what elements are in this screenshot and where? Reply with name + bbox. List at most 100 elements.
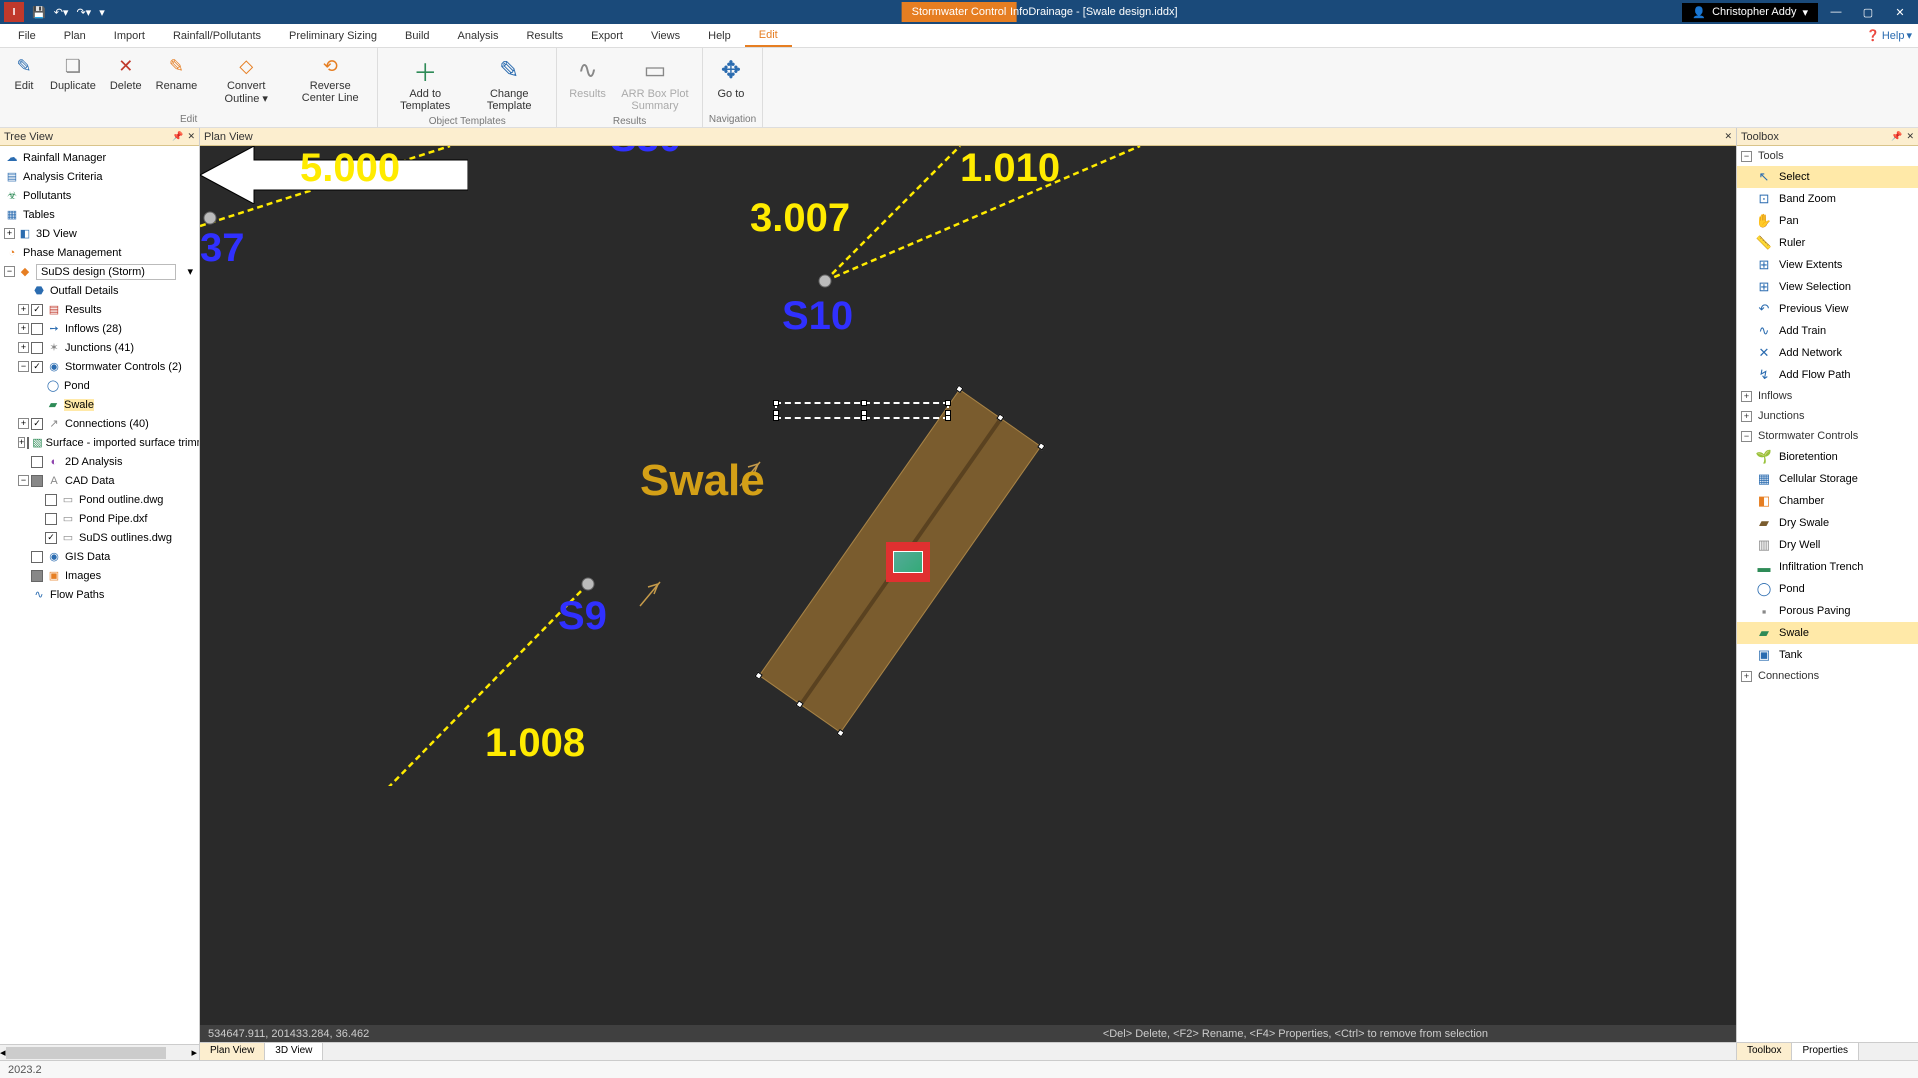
user-menu-button[interactable]: 👤 Christopher Addy ▾	[1682, 3, 1818, 22]
tree-node[interactable]: ∿Flow Paths	[0, 585, 199, 604]
tree-node[interactable]: +✶Junctions (41)	[0, 338, 199, 357]
tree-node-label[interactable]: Surface - imported surface trimmed	[46, 437, 199, 449]
menu-item-rainfall-pollutants[interactable]: Rainfall/Pollutants	[159, 26, 275, 46]
toolbox-category[interactable]: +Junctions	[1737, 406, 1918, 426]
toolbox-item-view-extents[interactable]: ⊞View Extents	[1737, 254, 1918, 276]
expand-icon[interactable]: −	[18, 361, 29, 372]
tab-plan-view[interactable]: Plan View	[200, 1043, 265, 1060]
checkbox[interactable]	[31, 570, 43, 582]
tree-node-label[interactable]: Pond Pipe.dxf	[79, 513, 148, 525]
checkbox[interactable]	[45, 494, 57, 506]
tree-node-label[interactable]: Swale	[64, 399, 94, 411]
tree-node[interactable]: ◉GIS Data	[0, 547, 199, 566]
menu-item-edit[interactable]: Edit	[745, 25, 792, 47]
tree-node[interactable]: ☁Rainfall Manager	[0, 148, 199, 167]
tree-node-label[interactable]: Inflows (28)	[65, 323, 122, 335]
toolbox-item-band-zoom[interactable]: ⊡Band Zoom	[1737, 188, 1918, 210]
tree-node-label[interactable]: Connections (40)	[65, 418, 149, 430]
toolbox-category[interactable]: −Stormwater Controls	[1737, 426, 1918, 446]
tree-node-label[interactable]: SuDS design (Storm)	[36, 264, 176, 280]
tree-node[interactable]: ☣Pollutants	[0, 186, 199, 205]
checkbox[interactable]	[31, 418, 43, 430]
toolbox-category[interactable]: +Connections	[1737, 666, 1918, 686]
toolbox-item-cellular-storage[interactable]: ▦Cellular Storage	[1737, 468, 1918, 490]
menu-item-analysis[interactable]: Analysis	[444, 26, 513, 46]
toolbox-item-chamber[interactable]: ◧Chamber	[1737, 490, 1918, 512]
ribbon-convert-outline--button[interactable]: ◇Convert Outline ▾	[205, 50, 287, 109]
toolbox-category[interactable]: −Tools	[1737, 146, 1918, 166]
tree-node-label[interactable]: Junctions (41)	[65, 342, 134, 354]
expand-icon[interactable]: +	[18, 323, 29, 334]
ribbon-edit-button[interactable]: ✎Edit	[6, 50, 42, 109]
menu-item-file[interactable]: File	[4, 26, 50, 46]
tree-node-label[interactable]: Pollutants	[23, 190, 71, 202]
toolbox-category[interactable]: +Inflows	[1737, 386, 1918, 406]
tree-node-label[interactable]: Results	[65, 304, 102, 316]
tree-node[interactable]: −ACAD Data	[0, 471, 199, 490]
tree-node-label[interactable]: 3D View	[36, 228, 77, 240]
expand-icon[interactable]: +	[18, 418, 29, 429]
close-icon[interactable]: ✕	[187, 131, 195, 142]
expand-icon[interactable]: +	[18, 304, 29, 315]
toolbox-item-dry-well[interactable]: ▥Dry Well	[1737, 534, 1918, 556]
close-button[interactable]: ✕	[1886, 2, 1914, 22]
toolbox-item-pond[interactable]: ◯Pond	[1737, 578, 1918, 600]
tree-node[interactable]: ▭SuDS outlines.dwg	[0, 528, 199, 547]
toolbox-item-view-selection[interactable]: ⊞View Selection	[1737, 276, 1918, 298]
tree-node-label[interactable]: Pond	[64, 380, 90, 392]
tree-node[interactable]: ◯Pond	[0, 376, 199, 395]
tree-node[interactable]: +↗Connections (40)	[0, 414, 199, 433]
expand-icon[interactable]: +	[18, 437, 25, 448]
tree-node[interactable]: ▭Pond outline.dwg	[0, 490, 199, 509]
toolbox-item-porous-paving[interactable]: ▪Porous Paving	[1737, 600, 1918, 622]
tab-3d-view[interactable]: 3D View	[265, 1043, 323, 1060]
menu-item-export[interactable]: Export	[577, 26, 637, 46]
toolbox-item-dry-swale[interactable]: ▰Dry Swale	[1737, 512, 1918, 534]
expand-icon[interactable]: −	[1741, 431, 1752, 442]
expand-icon[interactable]: +	[1741, 671, 1752, 682]
tab-toolbox[interactable]: Toolbox	[1737, 1043, 1792, 1060]
tree-node[interactable]: ⬣Outfall Details	[0, 281, 199, 300]
toolbox-item-previous-view[interactable]: ↶Previous View	[1737, 298, 1918, 320]
qat-save-icon[interactable]: 💾	[32, 6, 46, 19]
close-icon[interactable]: ✕	[1906, 131, 1914, 142]
tree-node-label[interactable]: Images	[65, 570, 101, 582]
tree-node-label[interactable]: Pond outline.dwg	[79, 494, 163, 506]
menu-item-views[interactable]: Views	[637, 26, 694, 46]
tree-node[interactable]: −◉Stormwater Controls (2)	[0, 357, 199, 376]
minimize-button[interactable]: —	[1822, 2, 1850, 22]
menu-item-plan[interactable]: Plan	[50, 26, 100, 46]
expand-icon[interactable]: +	[18, 342, 29, 353]
expand-icon[interactable]: +	[1741, 391, 1752, 402]
toolbox-item-infiltration-trench[interactable]: ▬Infiltration Trench	[1737, 556, 1918, 578]
tree-scrollbar[interactable]: ◂ ▸	[0, 1044, 199, 1060]
menu-item-import[interactable]: Import	[100, 26, 159, 46]
checkbox[interactable]	[45, 513, 57, 525]
expand-icon[interactable]: −	[18, 475, 29, 486]
expand-icon[interactable]: −	[1741, 151, 1752, 162]
ribbon-change-template-button[interactable]: ✎Change Template	[468, 50, 550, 116]
ribbon-duplicate-button[interactable]: ❏Duplicate	[44, 50, 102, 109]
tree-node-label[interactable]: 2D Analysis	[65, 456, 122, 468]
tree-node[interactable]: ▦Tables	[0, 205, 199, 224]
ribbon-rename-button[interactable]: ✎Rename	[150, 50, 204, 109]
qat-undo-icon[interactable]: ↶▾	[54, 6, 69, 19]
ribbon-delete-button[interactable]: ✕Delete	[104, 50, 148, 109]
tree-node[interactable]: +▧Surface - imported surface trimmed	[0, 433, 199, 452]
menu-item-help[interactable]: Help	[694, 26, 745, 46]
expand-icon[interactable]: +	[4, 228, 15, 239]
tree-node[interactable]: +▤Results	[0, 300, 199, 319]
close-icon[interactable]: ✕	[1724, 131, 1732, 142]
checkbox[interactable]	[31, 551, 43, 563]
toolbox-item-bioretention[interactable]: 🌱Bioretention	[1737, 446, 1918, 468]
plan-canvas[interactable]: 5.000 1.010 3.007 1.008 37 S30 S10 S9 Sw…	[200, 146, 1736, 1025]
tree-node-label[interactable]: CAD Data	[65, 475, 115, 487]
checkbox[interactable]	[31, 304, 43, 316]
tree-node-label[interactable]: Phase Management	[23, 247, 121, 259]
expand-icon[interactable]: −	[4, 266, 15, 277]
tree-node-label[interactable]: SuDS outlines.dwg	[79, 532, 172, 544]
toolbox-item-swale[interactable]: ▰Swale	[1737, 622, 1918, 644]
toolbox-item-pan[interactable]: ✋Pan	[1737, 210, 1918, 232]
toolbox-item-add-train[interactable]: ∿Add Train	[1737, 320, 1918, 342]
pin-icon[interactable]: 📌	[1891, 131, 1902, 142]
